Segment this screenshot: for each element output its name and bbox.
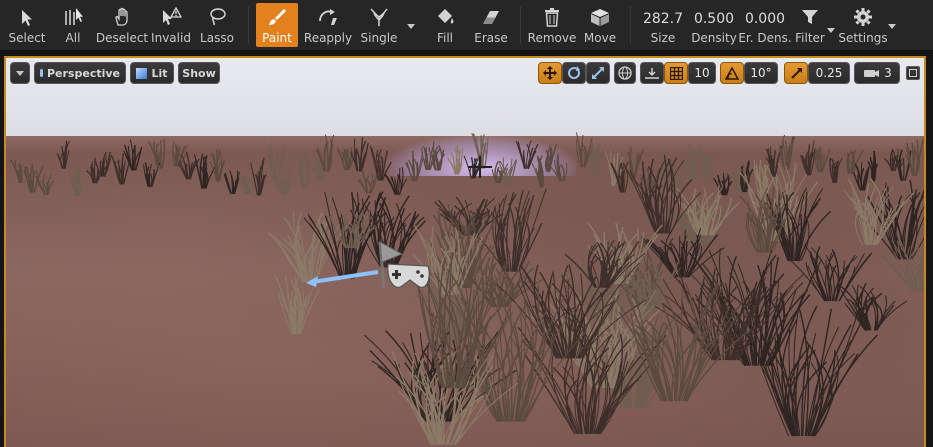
view-mode-button[interactable]: Perspective [34,62,126,84]
camera-speed-button[interactable]: 3 [854,62,900,84]
paint-density-field[interactable]: 0.500 Density [690,3,738,47]
paint-density-value[interactable]: 0.500 [694,3,734,27]
translate-mode-button[interactable] [538,62,562,84]
grass-foliage [10,132,924,446]
deselect-button[interactable]: Deselect [95,3,149,47]
filter-dropdown-caret-icon[interactable] [827,28,835,33]
maximize-icon [909,69,917,77]
select-all-button[interactable]: All [56,3,90,47]
trash-icon [543,3,561,27]
single-tool-button[interactable]: Single [358,3,400,47]
single-dropdown-caret-icon[interactable] [407,24,415,29]
reapply-tool-button[interactable]: Reapply [304,3,352,47]
scale-snap-icon [790,67,802,79]
select-tool-button[interactable]: Select [8,3,46,47]
erase-density-field[interactable]: 0.000 Er. Dens. [738,3,792,47]
viewport-options-caret-icon [16,70,24,76]
maximize-viewport-button[interactable] [906,66,920,80]
show-label: Show [182,66,216,80]
brush-size-label: Size [650,31,676,45]
crosshair-icon [468,156,492,178]
filter-label: Filter [795,31,825,45]
scale-snap-toggle[interactable] [784,62,808,84]
grid-snap-toggle[interactable] [664,62,688,84]
select-cursor-icon [20,3,34,27]
remove-label: Remove [527,31,577,45]
scale-mode-button[interactable] [586,62,610,84]
move-arrows-icon [543,66,557,80]
rotation-snap-value: 10° [750,66,772,80]
fill-tool-button[interactable]: Fill [428,3,462,47]
single-label: Single [360,31,398,45]
erase-tool-button[interactable]: Erase [472,3,510,47]
brush-size-value[interactable]: 282.7 [643,3,683,27]
surface-snapping-button[interactable] [640,62,664,84]
scale-snap-value-dropdown[interactable]: 0.25 [808,62,850,84]
toolbar-divider [248,6,249,44]
lasso-tool-button[interactable]: Lasso [198,3,236,47]
rotation-snap-value-dropdown[interactable]: 10° [744,62,778,84]
eraser-icon [480,3,502,27]
single-instance-icon [368,3,390,27]
fill-bucket-icon [434,3,456,27]
paint-brush-icon [267,3,287,27]
brush-size-field[interactable]: 282.7 Size [640,3,686,47]
grid-snap-value: 10 [694,66,710,80]
remove-button[interactable]: Remove [528,3,576,47]
erase-density-value[interactable]: 0.000 [745,3,785,27]
surface-snap-icon [645,68,659,79]
lighting-mode-button[interactable]: Lit [130,62,174,84]
rotate-icon [568,66,580,79]
grid-snap-value-dropdown[interactable]: 10 [688,62,716,84]
deselect-label: Deselect [95,31,149,45]
level-viewport[interactable]: Perspective Lit Show 10 10° 0.25 3 [4,56,926,447]
camera-speed-icon [864,70,880,77]
gear-icon [853,3,873,27]
erase-density-label: Er. Dens. [738,31,792,45]
grid-icon [669,66,683,80]
paint-label: Paint [262,31,292,45]
move-button[interactable]: Move [580,3,620,47]
scale-snap-value: 0.25 [815,66,843,80]
perspective-view-icon [40,69,43,77]
select-all-icon [62,3,84,27]
player-start-actor-icon[interactable] [302,234,432,300]
camera-speed-value: 3 [884,66,892,80]
move-cube-icon [589,3,611,27]
toolbar-divider [630,6,631,44]
lighting-mode-label: Lit [151,66,168,80]
view-mode-label: Perspective [46,66,120,80]
deselect-hand-icon [112,3,132,27]
erase-label: Erase [474,31,508,45]
invalid-label: Invalid [151,31,191,45]
fill-label: Fill [436,31,454,45]
settings-dropdown-caret-icon[interactable] [888,24,896,29]
move-label: Move [583,31,617,45]
foliage-toolbar: Select All Deselect Invalid Lasso Paint [0,0,933,51]
viewport-options-button[interactable] [10,62,30,84]
lasso-icon [206,3,228,27]
show-flags-button[interactable]: Show [178,62,220,84]
paint-tool-button[interactable]: Paint [256,3,298,47]
toolbar-divider [520,6,521,44]
filter-funnel-icon [800,3,820,27]
scale-icon [592,67,604,79]
filter-button[interactable]: Filter [794,3,826,47]
reapply-label: Reapply [303,31,353,45]
lasso-label: Lasso [200,31,234,45]
paint-density-label: Density [691,31,737,45]
lit-cube-icon [136,67,148,79]
settings-button[interactable]: Settings [838,3,888,47]
settings-label: Settings [838,31,888,45]
reapply-icon [316,3,340,27]
rotate-mode-button[interactable] [562,62,586,84]
coordinate-space-button[interactable] [614,62,636,84]
invalid-warning-icon [160,3,182,27]
rotation-snap-toggle[interactable] [720,62,744,84]
select-invalid-button[interactable]: Invalid [151,3,191,47]
select-all-label: All [65,31,81,45]
select-label: Select [8,31,46,45]
rotation-snap-icon [725,66,739,80]
globe-icon [618,66,632,80]
